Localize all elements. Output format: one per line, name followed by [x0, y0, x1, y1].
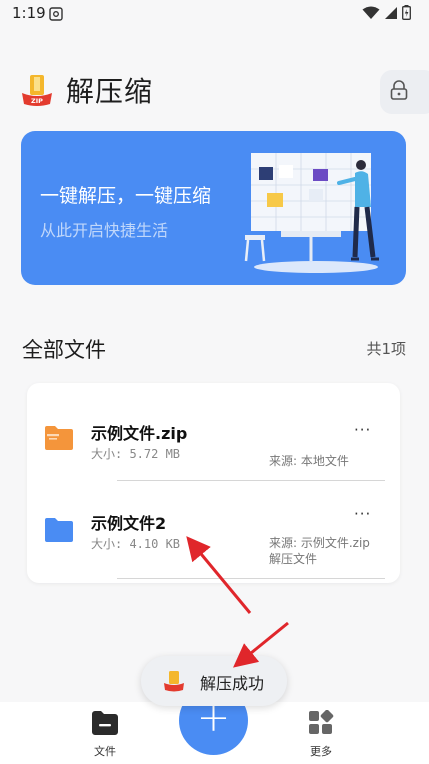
zip-folder-icon — [44, 425, 74, 455]
signal-icon — [384, 5, 398, 24]
lock-icon — [388, 79, 410, 105]
nav-label-more: 更多 — [310, 745, 332, 758]
svg-text:ZIP: ZIP — [31, 97, 43, 105]
status-time: 1:19 — [12, 4, 46, 22]
battery-icon — [402, 5, 411, 24]
status-bar: 1:19 — [0, 0, 429, 28]
app-title: 解压缩 — [66, 75, 154, 108]
file-item-zip[interactable]: 示例文件.zip 大小: 5.72 MB ··· 来源: 本地文件 — [27, 383, 400, 479]
toast-message: 解压成功 — [200, 674, 265, 693]
section-title: 全部文件 — [22, 338, 106, 362]
nav-tab-files[interactable]: 文件 — [75, 710, 135, 759]
file-size: 大小: 4.10 KB — [91, 537, 181, 551]
file-count: 共1项 — [366, 340, 406, 358]
folder-icon — [44, 517, 74, 547]
app-logo-icon — [163, 670, 185, 696]
screen-record-icon — [49, 6, 63, 25]
promo-banner[interactable]: 一键解压，一键压缩 从此开启快捷生活 — [21, 131, 406, 285]
lock-button[interactable] — [380, 70, 429, 114]
annotation-arrows — [186, 536, 289, 668]
file-size: 大小: 5.72 MB — [91, 447, 181, 461]
divider — [117, 578, 385, 579]
more-options-button[interactable]: ··· — [354, 505, 371, 523]
nav-label-files: 文件 — [94, 745, 116, 758]
app-logo-icon: ZIP — [20, 73, 54, 107]
files-tab-icon — [91, 711, 119, 740]
banner-subtitle: 从此开启快捷生活 — [40, 221, 169, 240]
more-grid-icon — [307, 709, 335, 740]
file-source: 来源: 示例文件.zip解压文件 — [269, 536, 370, 566]
more-options-button[interactable]: ··· — [354, 421, 371, 439]
whiteboard-illustration-icon — [231, 139, 401, 283]
nav-tab-more[interactable]: 更多 — [291, 709, 351, 759]
file-list: 示例文件.zip 大小: 5.72 MB ··· 来源: 本地文件 示例文件2 … — [27, 383, 400, 583]
success-toast: 解压成功 — [141, 656, 287, 706]
file-name: 示例文件2 — [91, 514, 167, 533]
file-name: 示例文件.zip — [91, 424, 188, 443]
file-source: 来源: 本地文件 — [269, 454, 349, 468]
wifi-icon — [362, 5, 380, 24]
file-item-folder[interactable]: 示例文件2 大小: 4.10 KB ··· 来源: 示例文件.zip解压文件 — [27, 481, 400, 577]
banner-title: 一键解压，一键压缩 — [40, 185, 212, 207]
